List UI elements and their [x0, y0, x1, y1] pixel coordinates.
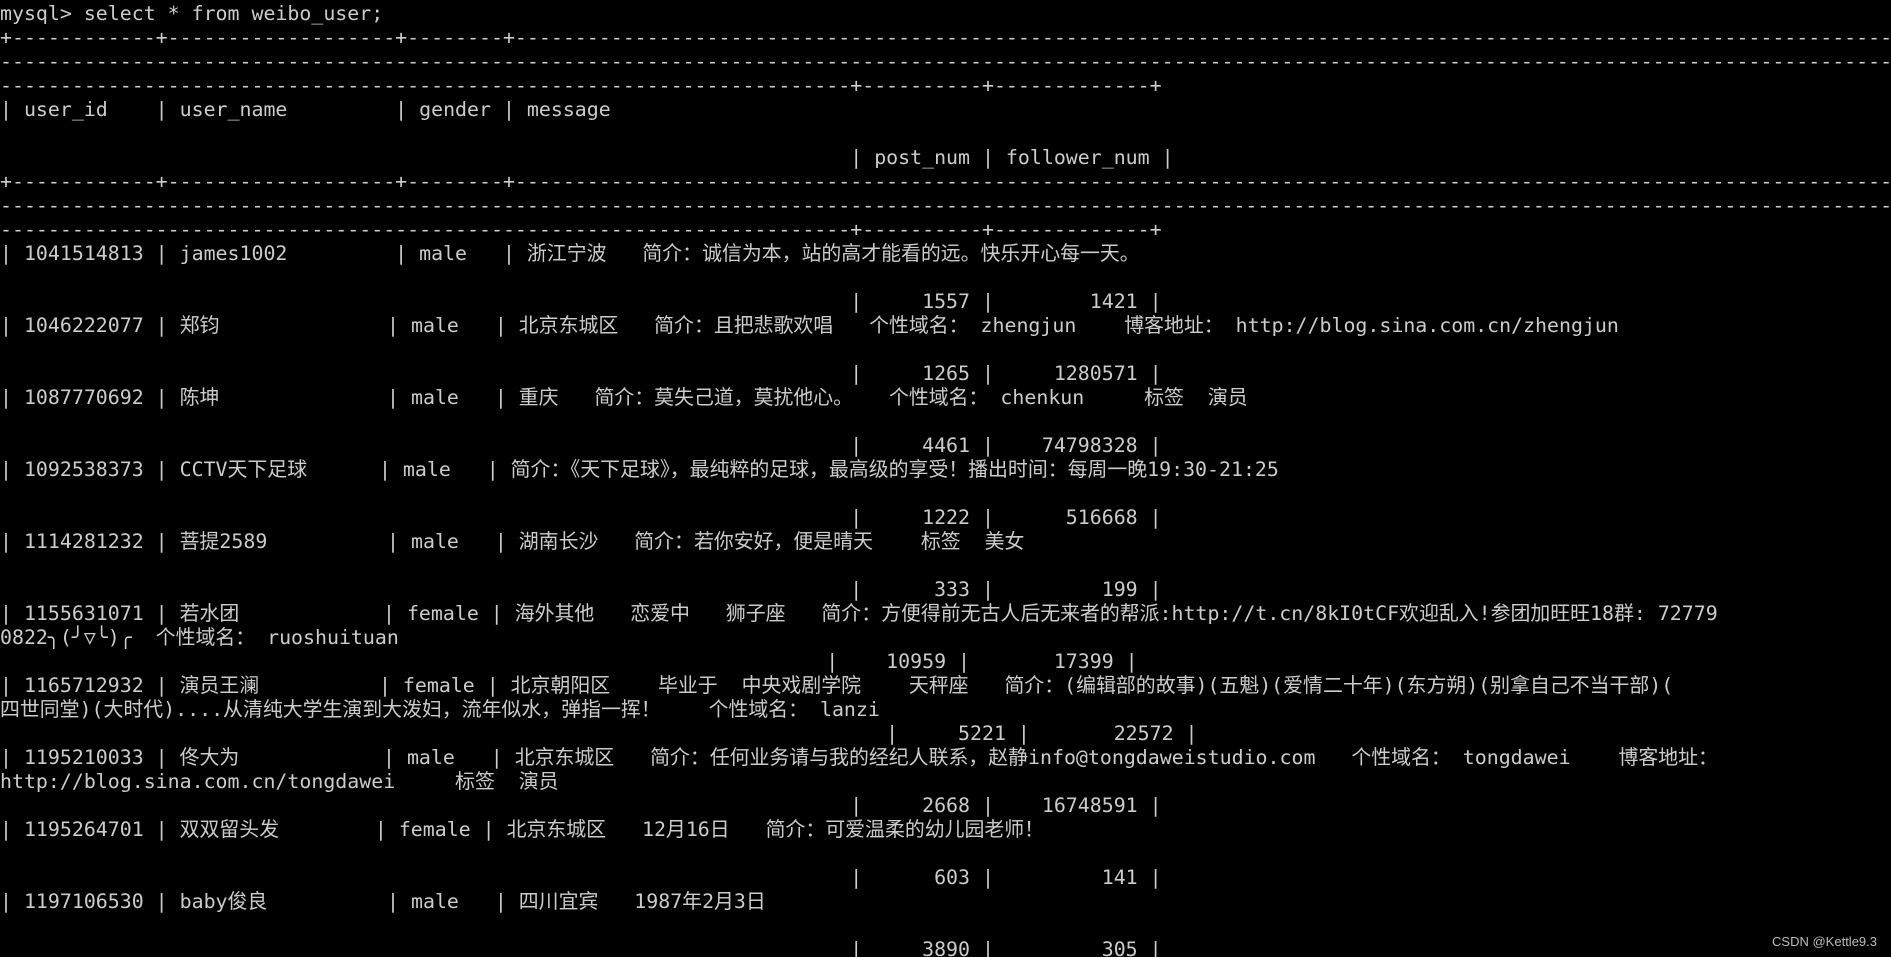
console-line: | 1195264701 | 双双留头发 | female | 北京东城区 12… — [0, 818, 1045, 841]
command-line: mysql> select * from weibo_user; — [0, 2, 384, 25]
console-line: | 3890 | 305 | — [0, 938, 1162, 957]
console-line: ----------------------------------------… — [0, 50, 1891, 73]
console-line: +------------+-------------------+------… — [0, 26, 1891, 49]
console-line: | 1087770692 | 陈坤 | male | 重庆 简介：莫失己道，莫扰… — [0, 386, 1248, 409]
console-line: | 333 | 199 | — [0, 578, 1162, 601]
console-line: 四世同堂)(大时代)....从清纯大学生演到大泼妇，流年似水，弹指一挥！ 个性域… — [0, 698, 880, 721]
console-line: | 1265 | 1280571 | — [0, 362, 1162, 385]
console-line: | 1092538373 | CCTV天下足球 | male | 简介：《天下足… — [0, 458, 1279, 481]
console-line: | 10959 | 17399 | — [0, 650, 1138, 673]
console-line: | 1222 | 516668 | — [0, 506, 1162, 529]
mysql-console-output: mysql> select * from weibo_user; +-------… — [0, 2, 1891, 957]
console-line: http://blog.sina.com.cn/tongdawei 标签 演员 — [0, 770, 559, 793]
console-line: | post_num | follower_num | — [0, 146, 1174, 169]
console-line: | 1557 | 1421 | — [0, 290, 1162, 313]
console-line: ----------------------------------------… — [0, 218, 1162, 241]
console-line: +------------+-------------------+------… — [0, 170, 1891, 193]
console-line: 0822╮(╯▽╰)╭ 个性域名： ruoshuituan — [0, 626, 399, 649]
console-line: | 2668 | 16748591 | — [0, 794, 1162, 817]
console-line: | 1041514813 | james1002 | male | 浙江宁波 简… — [0, 242, 1140, 265]
console-line: | 603 | 141 | — [0, 866, 1162, 889]
console-line: | 1114281232 | 菩提2589 | male | 湖南长沙 简介：若… — [0, 530, 1025, 553]
terminal-window[interactable]: mysql> select * from weibo_user; +-------… — [0, 0, 1891, 957]
console-line: | 1046222077 | 郑钧 | male | 北京东城区 简介：且把悲歌… — [0, 314, 1619, 337]
console-line: | 1155631071 | 若水团 | female | 海外其他 恋爱中 狮… — [0, 602, 1718, 625]
console-line: | 4461 | 74798328 | — [0, 434, 1162, 457]
console-line: ----------------------------------------… — [0, 74, 1162, 97]
console-line: | 5221 | 22572 | — [0, 722, 1198, 745]
console-line: | 1197106530 | baby俊良 | male | 四川宜宾 1987… — [0, 890, 766, 913]
console-line: | 1195210033 | 佟大为 | male | 北京东城区 简介：任何业… — [0, 746, 1718, 769]
console-line: ----------------------------------------… — [0, 194, 1891, 217]
console-line: | 1165712932 | 演员王澜 | female | 北京朝阳区 毕业于… — [0, 674, 1674, 697]
console-line: | user_id | user_name | gender | message — [0, 98, 611, 121]
csdn-watermark: CSDN @Kettle9.3 — [1772, 934, 1877, 949]
